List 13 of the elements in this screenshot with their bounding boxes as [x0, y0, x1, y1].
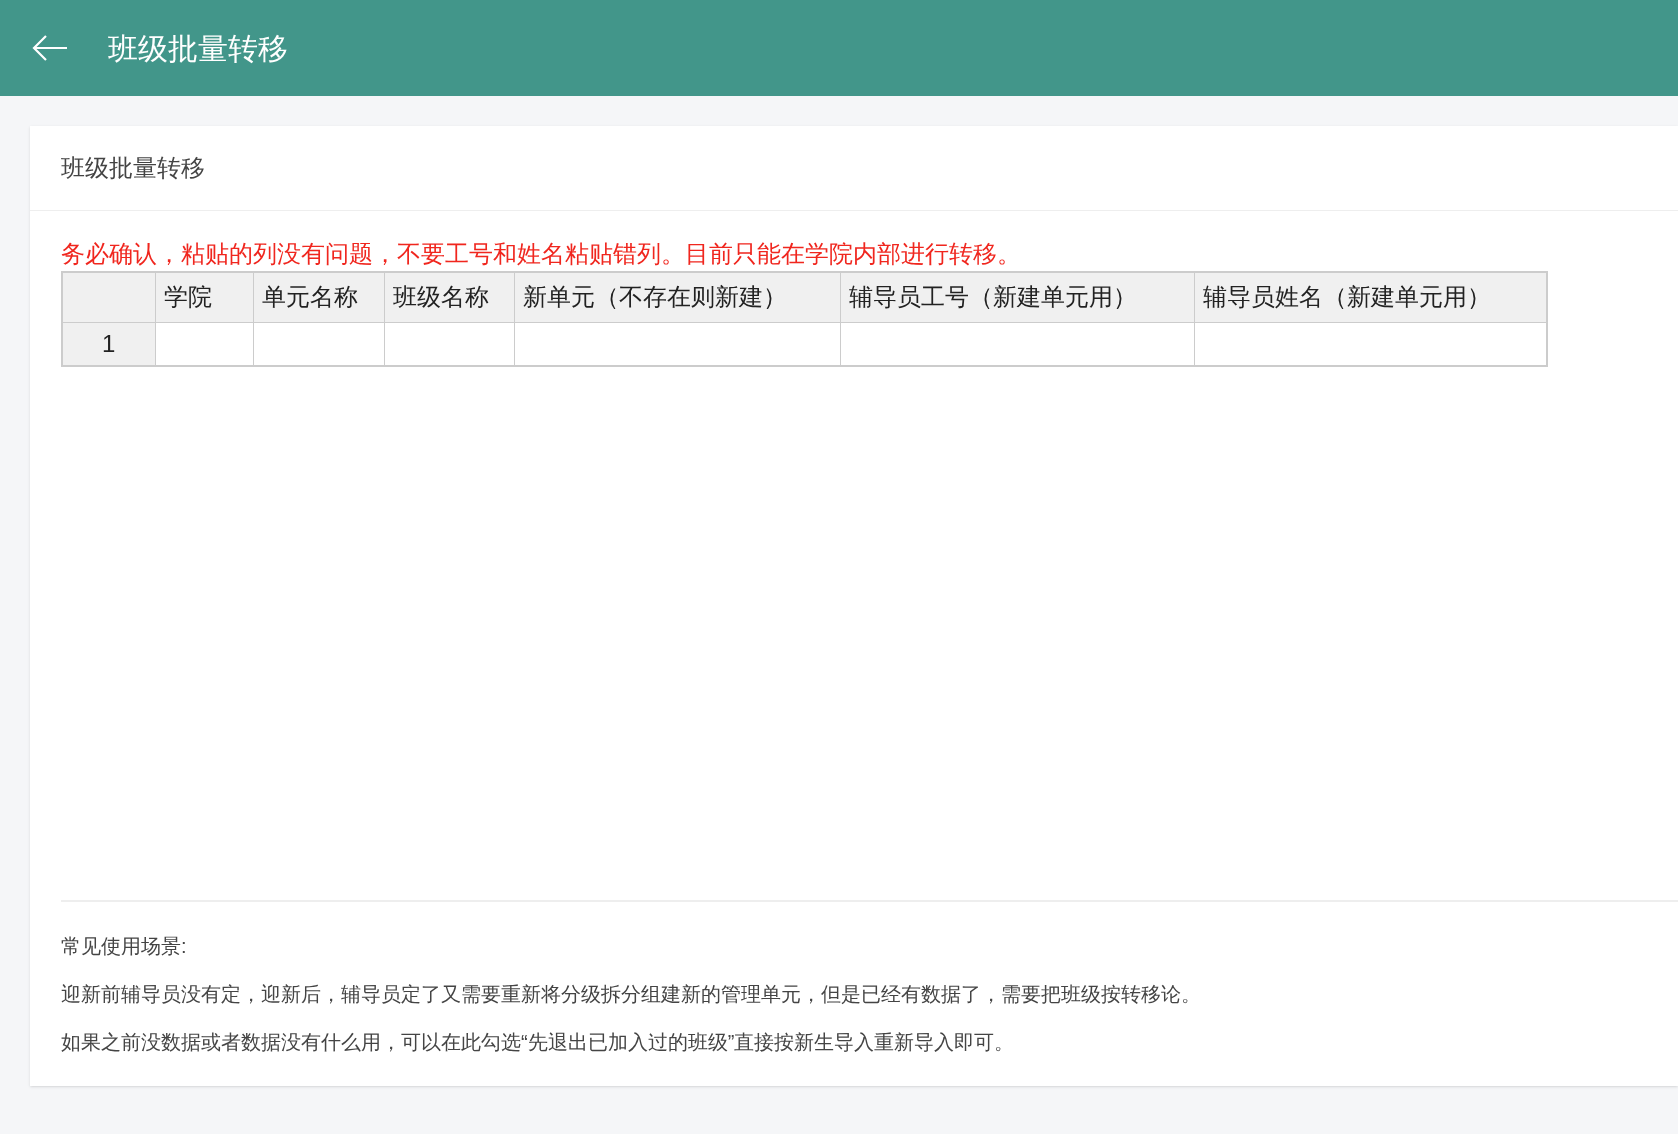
column-header[interactable]: 学院 [155, 272, 253, 322]
column-header[interactable]: 单元名称 [253, 272, 384, 322]
column-header[interactable]: 班级名称 [384, 272, 514, 322]
back-arrow-icon [31, 33, 69, 63]
column-header[interactable]: 新单元（不存在则新建） [514, 272, 840, 322]
card-title: 班级批量转移 [61, 153, 205, 183]
note-text: 迎新前辅导员没有定，迎新后，辅导员定了又需要重新将分级拆分组建新的管理单元，但是已经有数据了，需要把班级按转移论。 [61, 982, 1202, 1007]
column-header[interactable]: 辅导员工号（新建单元用） [840, 272, 1194, 322]
row-number: 1 [62, 322, 155, 366]
warning-text: 务必确认，粘贴的列没有问题，不要工号和姓名粘贴错列。目前只能在学院内部进行转移。 [61, 239, 1022, 269]
note-text: 如果之前没数据或者数据没有什么用，可以在此勾选“先退出已加入过的班级”直接按新生导入重新导入即可。 [61, 1030, 1016, 1055]
note-text: 常见使用场景: [61, 934, 188, 959]
page-title: 班级批量转移 [108, 30, 288, 67]
